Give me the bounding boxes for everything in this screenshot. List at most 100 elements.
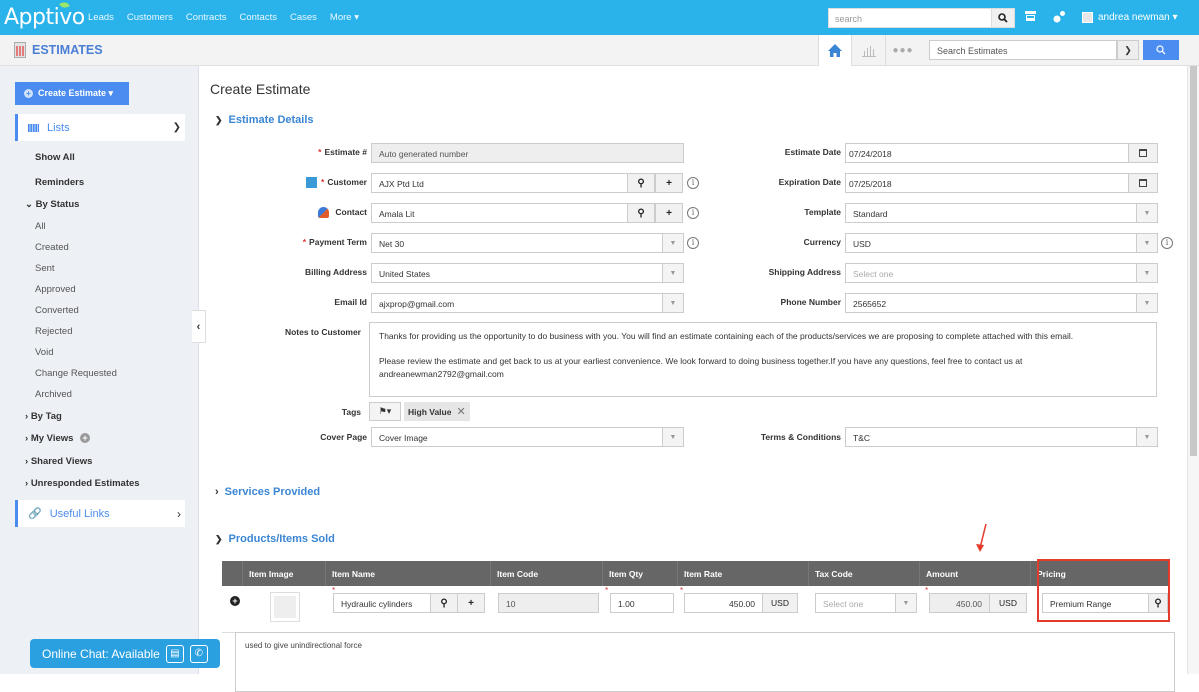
global-search-input[interactable]: search — [828, 8, 992, 28]
lists-section-toggle[interactable]: Lists ❯ — [15, 114, 185, 141]
billing-address-select[interactable]: United States — [371, 263, 663, 283]
label-text: Contact — [335, 207, 367, 217]
home-tab[interactable] — [818, 35, 852, 66]
sidebar-status-change-requested[interactable]: Change Requested — [35, 368, 117, 379]
nav-cases[interactable]: Cases — [290, 12, 317, 23]
dropdown-arrow-icon[interactable]: ▼ — [662, 233, 684, 253]
contact-search-button[interactable]: ⚲ — [627, 203, 655, 223]
sidebar-status-approved[interactable]: Approved — [35, 284, 76, 295]
online-chat-widget[interactable]: Online Chat: Available ▤ ✆ — [30, 639, 220, 668]
useful-links-toggle[interactable]: 🔗 Useful Links › — [15, 500, 185, 527]
terms-select[interactable]: T&C — [845, 427, 1137, 447]
sidebar-item-reminders[interactable]: Reminders — [35, 177, 84, 188]
search-estimates-button[interactable] — [1143, 40, 1179, 60]
nav-more[interactable]: More ▾ — [330, 12, 359, 23]
item-name-input[interactable]: Hydraulic cylinders — [333, 593, 431, 613]
item-add-button[interactable]: + — [457, 593, 485, 613]
dropdown-arrow-icon[interactable]: ▼ — [1136, 427, 1158, 447]
section-products-sold[interactable]: ❯ Products/Items Sold — [215, 533, 335, 545]
sidebar-group-by-status[interactable]: ⌄ By Status — [25, 199, 79, 210]
scrollbar[interactable] — [1187, 66, 1199, 674]
search-estimates-input[interactable]: Search Estimates — [929, 40, 1117, 60]
estimate-date-picker[interactable] — [1128, 143, 1158, 163]
sidebar-group-by-tag[interactable]: › By Tag — [25, 411, 62, 422]
store-icon[interactable] — [1024, 10, 1037, 25]
phone-icon[interactable]: ✆ — [189, 644, 208, 663]
add-row-icon[interactable]: + — [230, 596, 240, 606]
tag-chip: High Value ✕ — [404, 402, 470, 421]
shipping-address-select[interactable]: Select one — [845, 263, 1137, 283]
apptivo-logo[interactable]: Apptivo — [4, 0, 85, 30]
payment-term-select[interactable]: Net 30 — [371, 233, 663, 253]
sidebar-status-converted[interactable]: Converted — [35, 305, 79, 316]
dropdown-arrow-icon[interactable]: ▼ — [1136, 233, 1158, 253]
sidebar-status-rejected[interactable]: Rejected — [35, 326, 73, 337]
reports-tab[interactable] — [852, 35, 886, 66]
sidebar-group-my-views[interactable]: › My Views + — [25, 433, 91, 444]
more-tab[interactable]: ●●● — [886, 35, 920, 66]
chevron-down-icon: ❯ — [172, 122, 181, 133]
remove-tag-icon[interactable]: ✕ — [456, 405, 465, 418]
template-label: Template — [804, 207, 841, 217]
section-services-provided[interactable]: › Services Provided — [215, 486, 320, 498]
sidebar-item-show-all[interactable]: Show All — [35, 152, 75, 163]
nav-leads[interactable]: Leads — [88, 12, 114, 23]
create-estimate-button[interactable]: + Create Estimate ▾ — [15, 82, 129, 105]
info-icon[interactable]: i — [687, 207, 699, 219]
sidebar-status-void[interactable]: Void — [35, 347, 54, 358]
nav-contacts[interactable]: Contacts — [239, 12, 277, 23]
search-filter-dropdown[interactable]: ❯ — [1117, 40, 1139, 60]
chat-message-icon[interactable]: ▤ — [165, 644, 184, 663]
info-icon[interactable]: i — [687, 237, 699, 249]
add-view-icon[interactable]: + — [80, 433, 91, 443]
column-header-item-qty: Item Qty — [603, 561, 678, 586]
scrollbar-thumb[interactable] — [1190, 66, 1197, 456]
estimate-number-field: Auto generated number — [371, 143, 684, 163]
sidebar-group-shared-views[interactable]: › Shared Views — [25, 456, 92, 467]
dropdown-arrow-icon[interactable]: ▼ — [662, 293, 684, 313]
apps-icon[interactable] — [1053, 10, 1066, 26]
phone-number-select[interactable]: 2565652 — [845, 293, 1137, 313]
item-qty-input[interactable]: 1.00 — [610, 593, 674, 613]
cover-page-select[interactable]: Cover Image — [371, 427, 663, 447]
customer-input[interactable]: AJX Ptd Ltd — [371, 173, 628, 193]
sidebar-status-sent[interactable]: Sent — [35, 263, 55, 274]
expiration-date-picker[interactable] — [1128, 173, 1158, 193]
item-image-placeholder[interactable] — [270, 592, 300, 622]
user-menu[interactable]: andrea newman ▾ — [1082, 12, 1178, 23]
nav-contracts[interactable]: Contracts — [186, 12, 227, 23]
section-estimate-details[interactable]: ❯ Estimate Details — [215, 114, 314, 126]
dropdown-arrow-icon[interactable]: ▼ — [1136, 263, 1158, 283]
info-icon[interactable]: i — [1161, 237, 1173, 249]
phone-number-label: Phone Number — [780, 297, 841, 307]
global-search-button[interactable] — [991, 8, 1015, 28]
dropdown-arrow-icon[interactable]: ▼ — [895, 593, 917, 613]
info-icon[interactable]: i — [687, 177, 699, 189]
dropdown-arrow-icon[interactable]: ▼ — [662, 263, 684, 283]
email-id-select[interactable]: ajxprop@gmail.com — [371, 293, 663, 313]
contact-add-button[interactable]: + — [655, 203, 683, 223]
sidebar-status-created[interactable]: Created — [35, 242, 69, 253]
estimate-date-input[interactable]: 07/24/2018 — [845, 143, 1129, 163]
customer-add-button[interactable]: + — [655, 173, 683, 193]
sidebar-group-unresponded[interactable]: › Unresponded Estimates — [25, 478, 140, 489]
search-icon: ⚲ — [637, 207, 645, 219]
sidebar-status-all[interactable]: All — [35, 221, 46, 232]
tag-dropdown-button[interactable]: ⚑▾ — [369, 402, 401, 421]
contact-input[interactable]: Amala Lit — [371, 203, 628, 223]
customer-search-button[interactable]: ⚲ — [627, 173, 655, 193]
expiration-date-input[interactable]: 07/25/2018 — [845, 173, 1129, 193]
dropdown-arrow-icon[interactable]: ▼ — [1136, 293, 1158, 313]
dropdown-arrow-icon[interactable]: ▼ — [662, 427, 684, 447]
template-select[interactable]: Standard — [845, 203, 1137, 223]
nav-customers[interactable]: Customers — [127, 12, 173, 23]
item-rate-input[interactable]: 450.00 — [684, 593, 763, 613]
item-search-button[interactable]: ⚲ — [430, 593, 458, 613]
tax-code-select[interactable]: Select one — [815, 593, 896, 613]
notes-textarea[interactable]: Thanks for providing us the opportunity … — [369, 322, 1157, 397]
item-description-textarea[interactable]: used to give unindirectional force — [235, 632, 1175, 692]
currency-select[interactable]: USD — [845, 233, 1137, 253]
amount-currency: USD — [989, 593, 1027, 613]
sidebar-status-archived[interactable]: Archived — [35, 389, 72, 400]
dropdown-arrow-icon[interactable]: ▼ — [1136, 203, 1158, 223]
